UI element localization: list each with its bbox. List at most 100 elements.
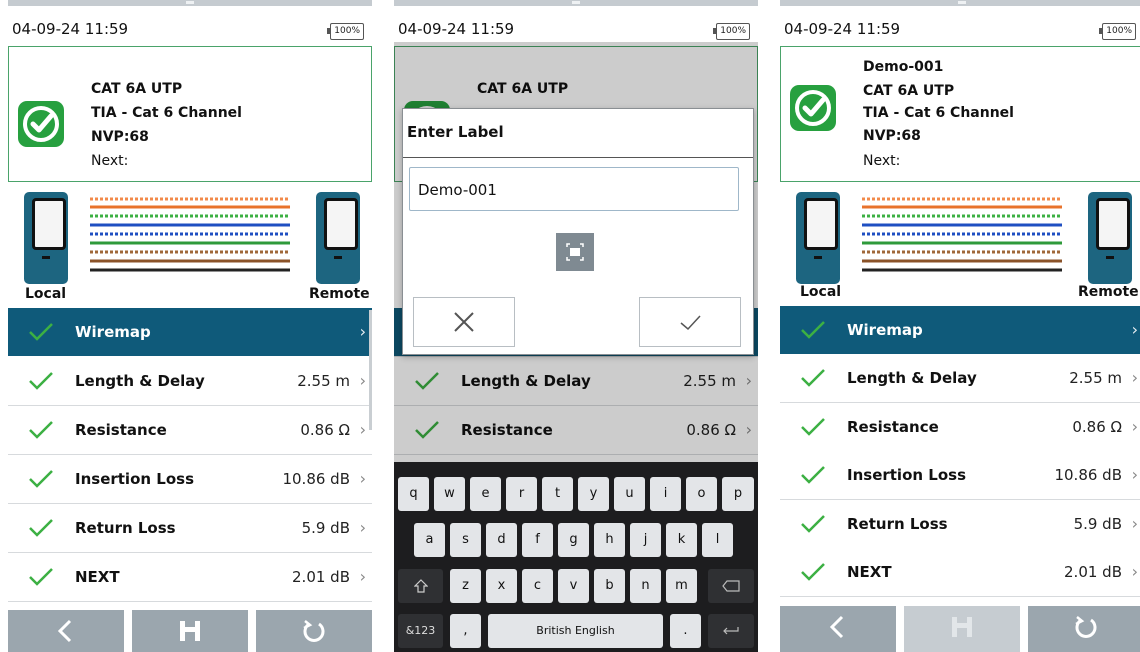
barcode-scan-button[interactable] [556,233,594,271]
numbers-key[interactable]: &123 [398,614,443,648]
test-value: 0.86 Ω [1072,418,1122,436]
test-value: 10.86 dB [1054,466,1122,484]
label-input[interactable]: Demo-001 [409,167,739,211]
comma-key[interactable]: , [450,614,481,648]
key-v[interactable]: v [558,569,589,603]
key-k[interactable]: k [666,523,697,557]
key-c[interactable]: c [522,569,553,603]
period-key[interactable]: . [670,614,701,648]
test-row-resistance[interactable]: Resistance 0.86 Ω › [780,403,1140,452]
test-row-next[interactable]: NEXT 2.01 dB › [8,553,372,602]
test-row-length-delay[interactable]: Length & Delay 2.55 m › [8,357,372,406]
save-button[interactable] [132,610,248,652]
remote-label: Remote [309,286,370,302]
bottom-toolbar [780,606,1140,652]
test-row-wiremap[interactable]: Wiremap › [8,308,372,356]
test-row-insertion-loss[interactable]: Insertion Loss 10.86 dB › [8,455,372,504]
key-y[interactable]: y [578,477,609,511]
cancel-button[interactable] [413,297,515,347]
test-label: Resistance [75,421,167,439]
back-button[interactable] [780,606,896,652]
retest-button[interactable] [1028,606,1140,652]
refresh-icon [1075,616,1097,638]
key-a[interactable]: a [414,523,445,557]
chevron-right-icon: › [359,420,366,439]
cable-label: Demo-001 [863,59,944,75]
remote-label: Remote [1078,284,1139,300]
test-label: Insertion Loss [847,466,966,484]
key-x[interactable]: x [486,569,517,603]
test-row-wiremap[interactable]: Wiremap › [780,306,1140,354]
key-n[interactable]: n [630,569,661,603]
result-summary[interactable]: Demo-001 CAT 6A UTP TIA - Cat 6 Channel … [780,46,1140,182]
chevron-right-icon: › [359,371,366,390]
save-button[interactable] [904,606,1020,652]
key-p[interactable]: p [722,477,754,511]
retest-button[interactable] [256,610,372,652]
pass-check-icon [18,101,64,147]
test-value: 2.55 m [297,372,350,390]
key-b[interactable]: b [594,569,625,603]
test-row-next[interactable]: NEXT 2.01 dB › [780,548,1140,597]
refresh-icon [303,620,325,642]
test-row-return-loss[interactable]: Return Loss 5.9 dB › [780,500,1140,549]
key-l[interactable]: l [702,523,733,557]
key-m[interactable]: m [666,569,697,603]
wiremap-diagram: Local Remote [780,182,1140,308]
next-label: Next: [91,153,129,169]
local-label: Local [800,284,842,300]
enter-label-dialog: Enter Label Demo-001 [402,108,754,355]
key-g[interactable]: g [558,523,589,557]
back-button[interactable] [8,610,124,652]
key-w[interactable]: w [434,477,465,511]
chevron-right-icon: › [359,518,366,537]
chevron-right-icon: › [1131,320,1138,339]
backspace-key[interactable] [708,569,754,603]
key-q[interactable]: q [398,477,429,511]
battery-indicator: 100% [327,23,364,40]
test-row-resistance[interactable]: Resistance 0.86 Ω › [8,406,372,455]
key-u[interactable]: u [614,477,645,511]
key-i[interactable]: i [650,477,681,511]
key-z[interactable]: z [450,569,481,603]
backspace-icon [722,579,740,592]
test-standard: TIA - Cat 6 Channel [91,105,242,121]
local-device-icon [24,192,68,284]
shift-key[interactable] [398,569,443,603]
barcode-icon [566,243,584,261]
remote-device-icon [316,192,360,284]
nvp-value: NVP:68 [91,129,149,145]
scrollbar[interactable] [369,310,372,430]
datetime: 04-09-24 11:59 [398,20,515,38]
key-j[interactable]: j [630,523,661,557]
chevron-right-icon: › [359,567,366,586]
test-row-length-delay[interactable]: Length & Delay 2.55 m › [780,354,1140,403]
key-r[interactable]: r [506,477,537,511]
pass-check-icon [801,321,825,339]
key-s[interactable]: s [450,523,481,557]
next-label: Next: [863,153,901,169]
test-label: Return Loss [847,515,948,533]
test-row-return-loss[interactable]: Return Loss 5.9 dB › [8,504,372,553]
wire-pairs [862,197,1062,272]
key-t[interactable]: t [542,477,573,511]
key-f[interactable]: f [522,523,553,557]
check-icon [680,315,701,331]
remote-device-icon [1088,192,1132,284]
result-summary[interactable]: CAT 6A UTP TIA - Cat 6 Channel NVP:68 Ne… [8,46,372,182]
key-h[interactable]: h [594,523,625,557]
key-e[interactable]: e [470,477,501,511]
shift-icon [413,578,428,593]
confirm-button[interactable] [639,297,741,347]
pass-check-icon [29,470,53,488]
key-d[interactable]: d [486,523,517,557]
save-icon [180,621,200,641]
chevron-right-icon: › [1131,465,1138,484]
test-row-insertion-loss[interactable]: Insertion Loss 10.86 dB › [780,451,1140,500]
datetime: 04-09-24 11:59 [784,20,901,38]
dialog-title: Enter Label [407,123,504,141]
key-o[interactable]: o [686,477,717,511]
nvp-value: NVP:68 [863,128,921,144]
space-key[interactable]: British English [488,614,663,648]
enter-key[interactable] [708,614,754,648]
